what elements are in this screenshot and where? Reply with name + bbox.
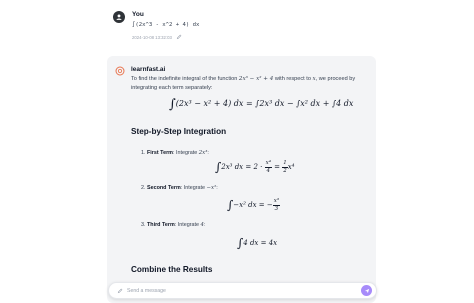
user-name: You <box>132 11 144 18</box>
eq2-left: −x² dx = − <box>233 201 273 209</box>
intro-text-2: with respect to <box>273 76 313 82</box>
message-input[interactable] <box>127 285 347 297</box>
step-item: 2. Second Term: Integrate −x²: <box>141 185 218 191</box>
step-index: 3. <box>141 222 146 228</box>
step-1-equation: ∫2x³ dx = 2 · x⁴ 4 = 1 2 x⁴ <box>215 160 295 174</box>
step-item: 3. Third Term: Integrate 4: <box>141 222 205 228</box>
step-text: : Integrate <box>172 150 199 156</box>
step-text: : Integrate <box>180 185 207 191</box>
user-message-meta: 2024-10-08 13:32:03 <box>132 34 182 40</box>
step-index: 1. <box>141 150 146 156</box>
assistant-name: learnfast.ai <box>131 66 166 73</box>
combine-heading: Combine the Results <box>131 265 213 274</box>
step-index: 2. <box>141 185 146 191</box>
pencil-icon <box>117 288 123 294</box>
main-equation: ∫(2x³ − x² + 4) dx = ∫2x³ dx − ∫x² dx + … <box>169 97 353 112</box>
message-timestamp: 2024-10-08 13:32:03 <box>132 34 172 40</box>
fraction-numerator: x³ <box>272 198 281 206</box>
edit-icon[interactable] <box>176 34 182 40</box>
intro-text-1: To find the indefinite integral of the f… <box>131 76 239 82</box>
eq1-right: x⁴ <box>287 163 295 171</box>
send-button[interactable] <box>361 285 372 296</box>
step-tail: : <box>203 222 206 228</box>
fraction-denominator: 3 <box>274 205 279 212</box>
assistant-message: learnfast.ai To find the indefinite inte… <box>107 56 376 303</box>
step-2-equation: ∫−x² dx = − x³ 3 <box>227 198 281 212</box>
eq3: 4 dx = 4x <box>243 239 278 247</box>
main-equation-text: (2x³ − x² + 4) dx = ∫2x³ dx − ∫x² dx + ∫… <box>175 99 354 108</box>
integral-symbol: ∫ <box>169 97 176 112</box>
step-heading: Step-by-Step Integration <box>131 127 227 136</box>
eq1-mid: = <box>274 163 281 171</box>
fraction-numerator: x⁴ <box>264 160 272 168</box>
step-expression: −x² <box>206 185 217 191</box>
fraction: x⁴ 4 <box>264 160 272 174</box>
step-tail: : <box>216 185 218 191</box>
user-avatar <box>113 11 125 23</box>
step-tail: : <box>207 150 209 156</box>
step-title: Second Term <box>147 185 181 191</box>
send-icon <box>364 288 369 293</box>
user-icon <box>116 14 122 20</box>
fraction: x³ 3 <box>272 198 281 212</box>
eq1-left: 2x³ dx = 2 · <box>221 163 263 171</box>
fraction-denominator: 4 <box>266 167 271 174</box>
step-title: First Term <box>147 150 173 156</box>
step-item: 1. First Term: Integrate 2x³: <box>141 150 209 156</box>
intro-paragraph: To find the indefinite integral of the f… <box>131 75 361 92</box>
message-input-bar <box>108 282 377 299</box>
intro-function: 2x³ − x² + 4 <box>238 76 274 82</box>
user-message-text: ∫(2x^3 - x^2 + 4) dx <box>132 22 200 28</box>
step-3-equation: ∫4 dx = 4x <box>237 236 277 250</box>
step-title: Third Term <box>147 222 175 228</box>
learnfast-logo-icon <box>115 66 125 76</box>
step-text: : Integrate <box>174 222 201 228</box>
